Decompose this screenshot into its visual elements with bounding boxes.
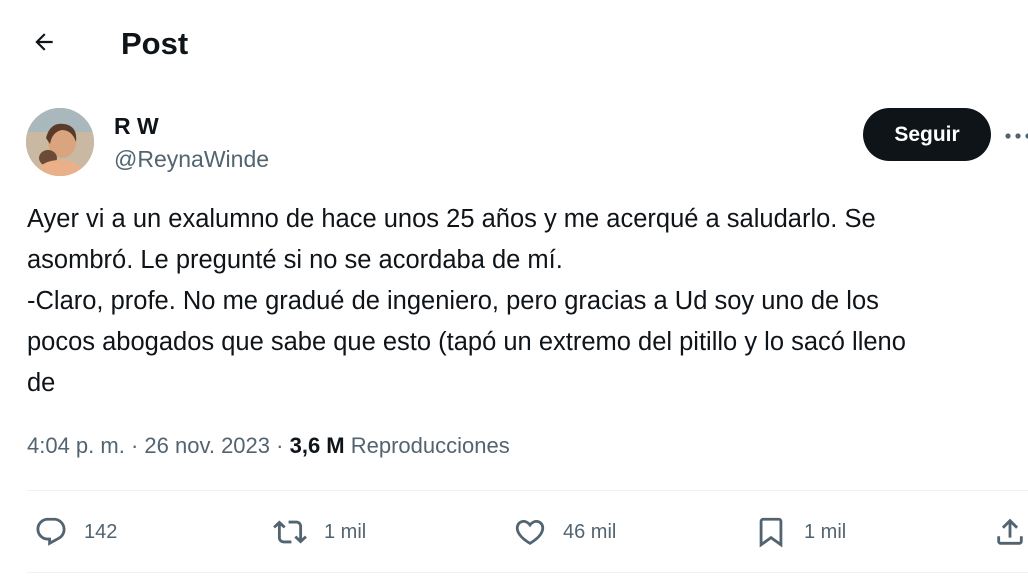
meta-separator: · <box>276 433 284 458</box>
like-count: 46 mil <box>563 521 617 543</box>
author-handle[interactable]: @ReynaWinde <box>114 145 269 173</box>
bookmark-icon <box>754 515 788 549</box>
post-text-line: Ayer vi a un exalumno de hace unos 25 añ… <box>27 205 876 233</box>
follow-button[interactable]: Seguir <box>863 108 991 161</box>
repost-button[interactable]: 1 mil <box>272 510 366 554</box>
reply-icon <box>34 515 68 549</box>
post-text-line: de <box>27 369 56 397</box>
post-time[interactable]: 4:04 p. m. <box>27 433 125 458</box>
repost-icon <box>272 515 308 549</box>
views-count: 3,6 M <box>289 433 345 458</box>
more-button[interactable] <box>1004 124 1028 148</box>
post-meta: 4:04 p. m. · 26 nov. 2023 · 3,6 M Reprod… <box>27 430 510 462</box>
post-text-line: pocos abogados que sabe que esto (tapó u… <box>27 328 906 356</box>
post-text-line: -Claro, profe. No me gradué de ingeniero… <box>27 287 879 315</box>
reply-button[interactable]: 142 <box>34 510 117 554</box>
bookmark-count: 1 mil <box>804 521 847 543</box>
arrow-left-icon <box>31 29 57 60</box>
back-button[interactable] <box>26 26 62 62</box>
page-title: Post <box>121 26 189 61</box>
header: Post <box>0 0 1028 88</box>
heart-icon <box>513 515 547 549</box>
like-button[interactable]: 46 mil <box>513 510 616 554</box>
post-text: Ayer vi a un exalumno de hace unos 25 añ… <box>27 199 1028 404</box>
post-text-line: asombró. Le pregunté si no se acordaba d… <box>27 246 563 274</box>
post-date[interactable]: 26 nov. 2023 <box>144 433 270 458</box>
reply-count: 142 <box>84 521 118 543</box>
share-button[interactable] <box>993 510 1027 554</box>
author-name[interactable]: R W <box>114 112 159 140</box>
divider <box>27 490 1028 491</box>
post-page: Post R W @ReynaWinde Seguir Ayer vi a un… <box>0 0 1028 578</box>
repost-count: 1 mil <box>324 521 367 543</box>
more-horizontal-icon <box>1004 127 1028 145</box>
meta-separator: · <box>130 433 139 458</box>
views-label: Reproducciones <box>350 433 510 458</box>
bookmark-button[interactable]: 1 mil <box>754 510 846 554</box>
avatar[interactable] <box>26 108 94 176</box>
share-icon <box>993 515 1027 549</box>
divider <box>27 572 1028 573</box>
